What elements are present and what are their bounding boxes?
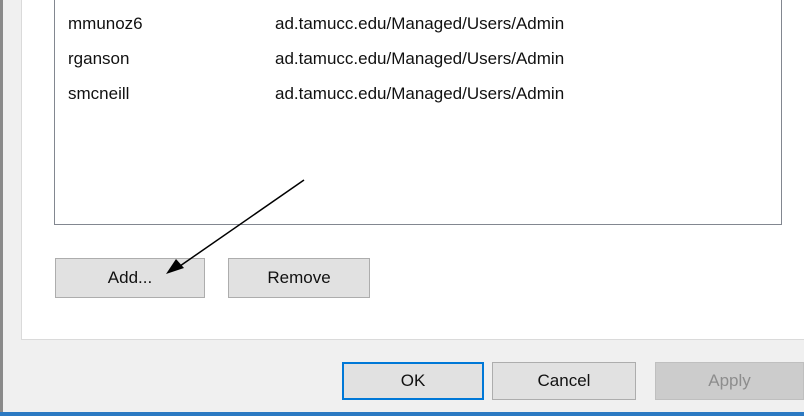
member-folder: ad.tamucc.edu/Managed/Users/Admin bbox=[275, 49, 565, 68]
remove-button[interactable]: Remove bbox=[228, 258, 370, 298]
members-tab-panel: mmunoz6 ad.tamucc.edu/Managed/Users/Admi… bbox=[21, 0, 804, 340]
add-button[interactable]: Add... bbox=[55, 258, 205, 298]
member-folder: ad.tamucc.edu/Managed/Users/Admin bbox=[275, 14, 565, 33]
members-listbox[interactable]: mmunoz6 ad.tamucc.edu/Managed/Users/Admi… bbox=[54, 0, 782, 225]
ok-button[interactable]: OK bbox=[342, 362, 484, 400]
member-name: smcneill bbox=[68, 84, 130, 103]
window-bottom-bar bbox=[0, 412, 804, 416]
member-name: mmunoz6 bbox=[68, 14, 143, 33]
member-name: rganson bbox=[68, 49, 130, 68]
apply-button[interactable]: Apply bbox=[655, 362, 804, 400]
member-folder: ad.tamucc.edu/Managed/Users/Admin bbox=[275, 84, 565, 103]
cancel-button[interactable]: Cancel bbox=[492, 362, 636, 400]
